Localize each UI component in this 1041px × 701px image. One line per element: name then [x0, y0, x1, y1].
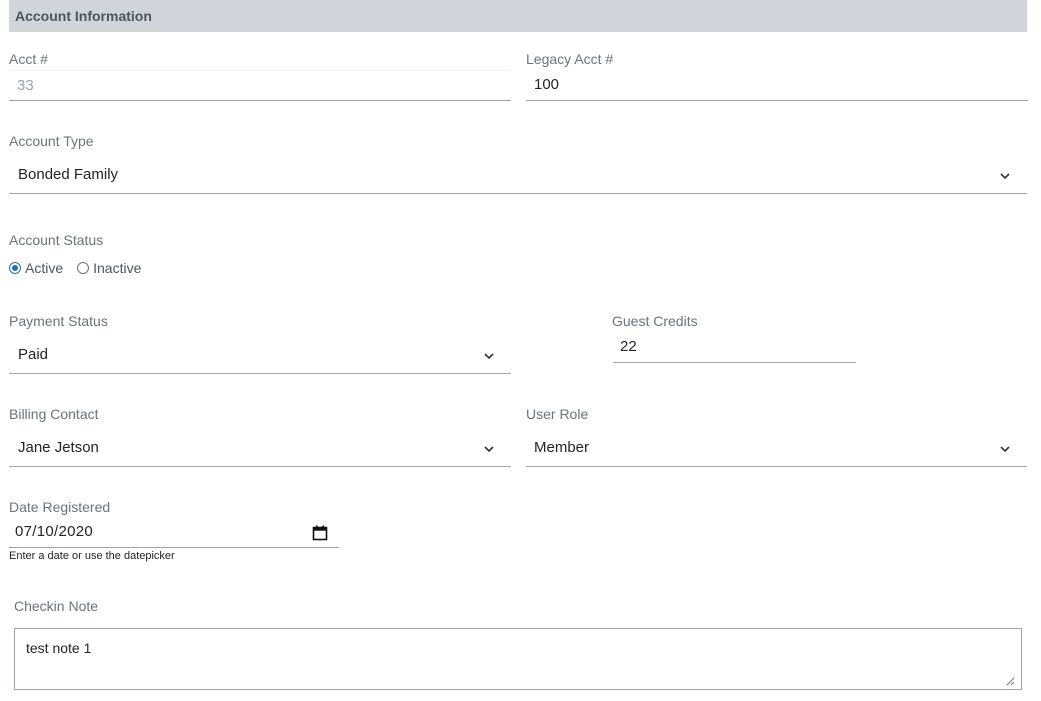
chevron-down-icon: [999, 443, 1011, 455]
legacy-acct-input[interactable]: 100: [526, 70, 1028, 101]
legacy-acct-label: Legacy Acct #: [526, 51, 614, 67]
checkin-note-textarea[interactable]: test note 1: [14, 628, 1022, 690]
status-inactive-radio[interactable]: [77, 262, 90, 274]
guest-credits-input[interactable]: 22: [613, 334, 856, 363]
status-active-radio[interactable]: [9, 262, 21, 274]
billing-contact-label: Billing Contact: [9, 406, 99, 422]
guest-credits-value: 22: [620, 338, 637, 355]
checkin-note-value: test note 1: [26, 640, 92, 656]
resize-handle-icon[interactable]: [1005, 673, 1015, 686]
account-status-label: Account Status: [9, 232, 104, 248]
account-type-value: Bonded Family: [18, 166, 119, 183]
section-header: Account Information: [9, 0, 1027, 32]
legacy-acct-value: 100: [534, 76, 560, 93]
user-role-select[interactable]: Member: [526, 431, 1027, 467]
calendar-icon[interactable]: [312, 525, 328, 546]
date-registered-input[interactable]: 07/10/2020: [9, 518, 339, 548]
guest-credits-label: Guest Credits: [612, 313, 698, 329]
section-title: Account Information: [15, 8, 152, 24]
date-registered-value: 07/10/2020: [15, 523, 94, 540]
user-role-label: User Role: [526, 406, 589, 422]
account-type-label: Account Type: [9, 133, 94, 149]
status-inactive-label[interactable]: Inactive: [93, 260, 141, 276]
user-role-value: Member: [534, 439, 590, 456]
date-registered-hint: Enter a date or use the datepicker: [9, 550, 175, 562]
status-active-label[interactable]: Active: [25, 260, 63, 276]
checkin-note-label: Checkin Note: [14, 598, 99, 614]
payment-status-value: Paid: [18, 346, 49, 363]
payment-status-label: Payment Status: [9, 313, 108, 329]
billing-contact-value: Jane Jetson: [18, 439, 99, 456]
acct-num-field: 33: [9, 70, 511, 101]
account-information-form: Account Information Acct # 33 Legacy Acc…: [0, 0, 1041, 701]
date-registered-label: Date Registered: [9, 499, 111, 515]
chevron-down-icon: [483, 350, 495, 362]
chevron-down-icon: [999, 170, 1011, 182]
chevron-down-icon: [483, 443, 495, 455]
account-status-radio-group: Active Inactive: [9, 260, 141, 276]
acct-num-value: 33: [17, 77, 34, 94]
payment-status-select[interactable]: Paid: [9, 338, 511, 374]
account-type-select[interactable]: Bonded Family: [9, 158, 1027, 194]
billing-contact-select[interactable]: Jane Jetson: [9, 431, 511, 467]
acct-num-label: Acct #: [9, 51, 48, 67]
